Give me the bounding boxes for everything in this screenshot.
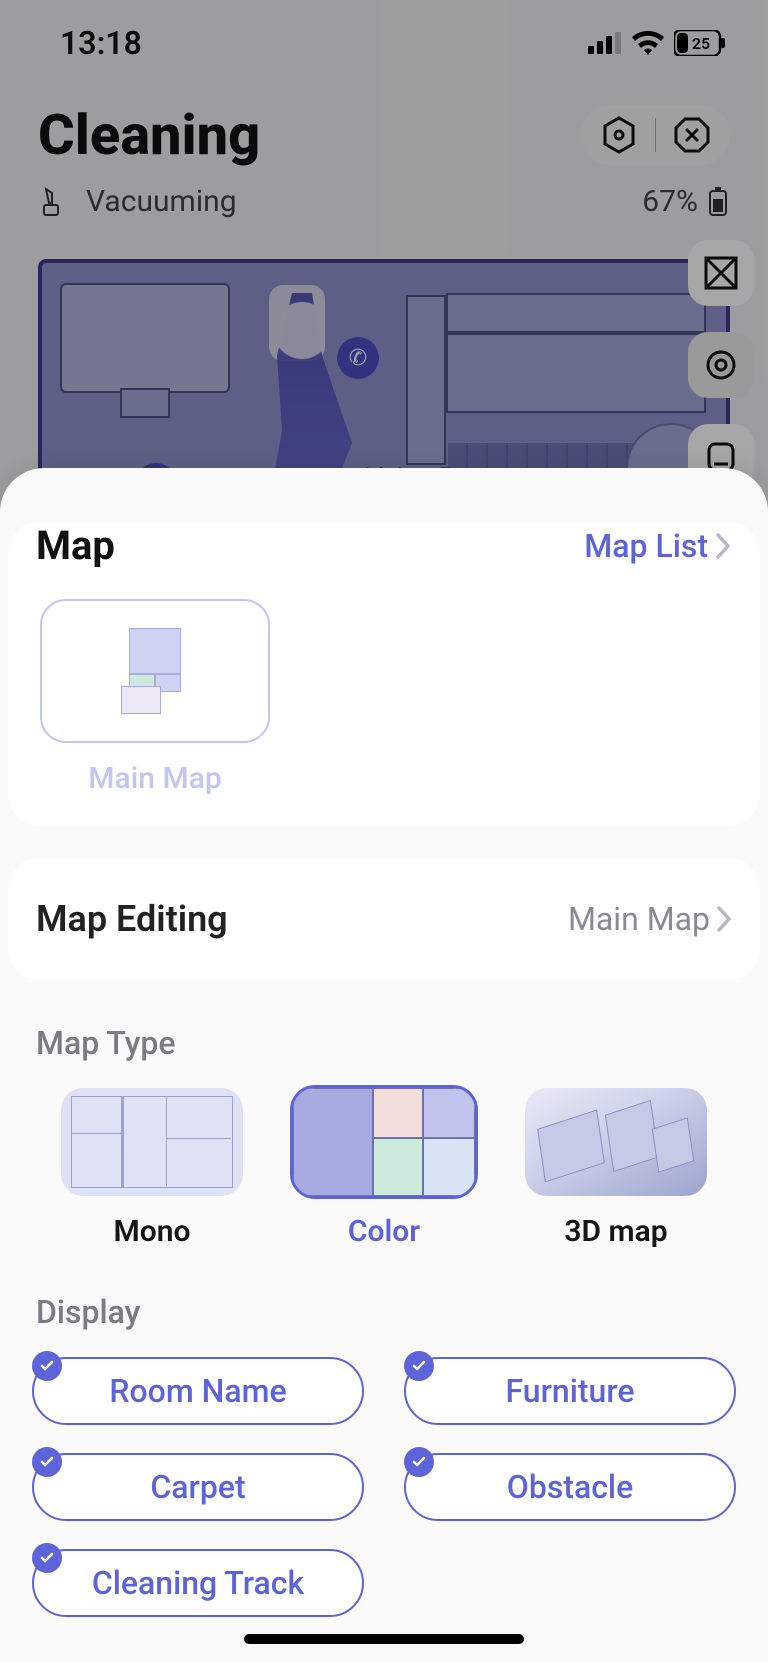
map-type-mono-label: Mono: [114, 1214, 191, 1249]
vacuum-icon: [40, 187, 70, 217]
tv-stand: [120, 388, 170, 418]
sofa-arm: [406, 295, 446, 465]
cellular-icon: [588, 32, 622, 54]
map-type-3d-thumb: [525, 1088, 707, 1196]
header-actions: [581, 105, 730, 165]
map-type-color-label: Color: [348, 1214, 420, 1249]
display-chip-cleaning-track[interactable]: Cleaning Track: [32, 1549, 364, 1617]
map-type-section-label: Map Type: [0, 980, 768, 1062]
map-type-options: Mono Color 3D map: [0, 1062, 768, 1249]
tv-furniture: [60, 283, 230, 393]
sheet-title: Map: [36, 522, 115, 569]
chevron-right-icon: [716, 905, 732, 933]
map-type-3d[interactable]: 3D map: [518, 1088, 714, 1249]
svg-text:25: 25: [692, 34, 710, 53]
home-indicator[interactable]: [244, 1634, 524, 1644]
no-go-zone-button[interactable]: [688, 240, 754, 306]
map-editing-row[interactable]: Map Editing Main Map: [8, 858, 760, 980]
check-icon: [404, 1351, 434, 1381]
chevron-right-icon: [714, 531, 732, 561]
divider: [655, 118, 656, 152]
map-card-main[interactable]: [40, 599, 270, 743]
display-chip-obstacle[interactable]: Obstacle: [404, 1453, 736, 1521]
map-type-mono-thumb: [61, 1088, 243, 1196]
check-icon: [32, 1543, 62, 1573]
check-icon: [32, 1447, 62, 1477]
map-type-color[interactable]: Color: [286, 1088, 482, 1249]
map-list-label: Map List: [584, 527, 708, 565]
chip-label: Obstacle: [507, 1468, 633, 1506]
chip-label: Furniture: [506, 1372, 635, 1410]
chip-label: Carpet: [150, 1468, 245, 1506]
close-icon[interactable]: [672, 115, 712, 155]
map-list-link[interactable]: Map List: [584, 527, 732, 565]
map-card-label: Main Map: [40, 761, 270, 796]
display-chip-carpet[interactable]: Carpet: [32, 1453, 364, 1521]
status-bar: 13:18 25: [0, 0, 768, 62]
map-type-color-thumb: [293, 1088, 475, 1196]
battery-icon: 25: [674, 30, 726, 56]
wifi-icon: [632, 31, 664, 55]
map-type-3d-label: 3D map: [564, 1214, 667, 1249]
sofa-seat: [446, 333, 706, 413]
chip-label: Room Name: [109, 1372, 286, 1410]
status-time: 13:18: [60, 24, 142, 62]
app-header: Cleaning: [0, 62, 768, 176]
robot-battery-icon: [708, 187, 728, 217]
display-chip-furniture[interactable]: Furniture: [404, 1357, 736, 1425]
settings-icon[interactable]: [599, 115, 639, 155]
saved-maps: Main Map: [8, 569, 760, 826]
display-chip-room-name[interactable]: Room Name: [32, 1357, 364, 1425]
map-editing-label: Map Editing: [36, 898, 228, 940]
cleaning-mode: Vacuuming: [86, 184, 237, 219]
obstacle-badge-icon: ✆: [337, 337, 379, 379]
locate-robot-button[interactable]: [688, 332, 754, 398]
map-thumbnail: [121, 628, 189, 714]
robot-battery-percent: 67%: [642, 184, 698, 219]
map-bottom-sheet: Map Map List Main Map Map Editing Main M…: [0, 468, 768, 1662]
check-icon: [404, 1447, 434, 1477]
subheader: Vacuuming 67%: [0, 176, 768, 219]
map-overlay-buttons: [688, 240, 754, 490]
map-type-mono[interactable]: Mono: [54, 1088, 250, 1249]
page-title: Cleaning: [38, 102, 260, 168]
map-editing-value: Main Map: [568, 900, 732, 938]
check-icon: [32, 1351, 62, 1381]
status-icons: 25: [588, 30, 726, 56]
display-options: Room Name Furniture Carpet Obstacle Clea…: [0, 1331, 768, 1657]
sofa-back: [446, 293, 706, 333]
chip-label: Cleaning Track: [92, 1564, 304, 1602]
display-section-label: Display: [0, 1249, 768, 1331]
